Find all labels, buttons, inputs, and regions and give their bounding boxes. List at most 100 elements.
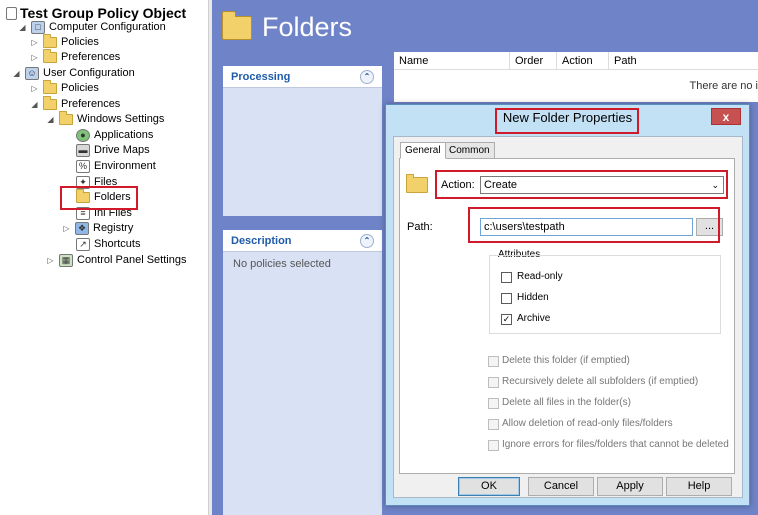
collapse-chevron-icon[interactable]: ⌃: [360, 69, 374, 84]
collapse-arrow-icon[interactable]: ◢: [30, 100, 39, 109]
path-input[interactable]: c:\users\testpath: [480, 218, 693, 236]
dialog-title: New Folder Properties: [502, 110, 633, 125]
tree-item-label: User Configuration: [43, 67, 135, 79]
control-panel-icon: ▦: [59, 253, 73, 267]
gpo-document-icon: [6, 6, 17, 20]
ignore-errors-checkbox[interactable]: [488, 440, 499, 451]
description-panel: Description ⌃ No policies selected: [223, 230, 382, 515]
folder-icon: [43, 79, 57, 94]
environment-icon: %: [76, 159, 90, 173]
tree-item-applications[interactable]: ● Applications: [76, 127, 153, 143]
collapse-arrow-icon[interactable]: ◢: [12, 69, 21, 78]
ini-file-icon: ≡: [76, 206, 90, 220]
tree-item-label: Drive Maps: [94, 144, 150, 156]
tree-item-drive-maps[interactable]: ▬ Drive Maps: [76, 142, 150, 158]
browse-button[interactable]: ...: [696, 218, 723, 236]
tree-item-label: Control Panel Settings: [77, 254, 187, 266]
collapse-arrow-icon[interactable]: ◢: [18, 23, 27, 32]
console-tree: Test Group Policy Object ◢ □ Computer Co…: [0, 0, 209, 515]
close-button[interactable]: x: [711, 108, 741, 125]
help-button[interactable]: Help: [666, 477, 732, 496]
tree-item-environment[interactable]: % Environment: [76, 158, 156, 174]
expand-arrow-icon[interactable]: ▷: [30, 38, 39, 47]
column-header-action[interactable]: Action: [557, 52, 609, 70]
action-selected-value: Create: [484, 179, 518, 191]
processing-panel-header: Processing ⌃: [223, 66, 382, 88]
action-dropdown[interactable]: Create ⌄: [480, 176, 724, 194]
close-icon: x: [722, 110, 730, 124]
tree-item-label: Windows Settings: [77, 113, 165, 125]
tree-item-label: Ini Files: [94, 207, 132, 219]
ok-button[interactable]: OK: [458, 477, 520, 496]
tree-item-folders[interactable]: Folders: [76, 188, 131, 205]
items-list[interactable]: Name Order Action Path There are no i: [394, 52, 758, 102]
description-text: No policies selected: [233, 258, 331, 270]
tree-item-windows-settings[interactable]: ◢ Windows Settings: [46, 110, 165, 127]
column-header-path[interactable]: Path: [609, 52, 758, 70]
tree-item-policies[interactable]: ▷ Policies: [30, 33, 99, 50]
action-label: Action:: [441, 179, 475, 191]
processing-panel: Processing ⌃: [223, 66, 382, 216]
new-folder-properties-dialog: New Folder Properties x General Common A…: [385, 104, 750, 506]
tree-item-label: Policies: [61, 36, 99, 48]
collapse-arrow-icon[interactable]: ◢: [46, 115, 55, 124]
hidden-label: Hidden: [517, 292, 549, 303]
collapse-chevron-icon[interactable]: ⌃: [360, 233, 374, 248]
ignore-errors-label: Ignore errors for files/folders that can…: [502, 439, 729, 450]
processing-title: Processing: [231, 70, 291, 83]
hidden-checkbox[interactable]: [501, 293, 512, 304]
expand-arrow-icon[interactable]: ▷: [46, 256, 55, 265]
tree-item-label: Environment: [94, 160, 156, 172]
tab-common[interactable]: Common: [444, 142, 495, 159]
delete-subfolders-label: Recursively delete all subfolders (if em…: [502, 376, 699, 387]
delete-subfolders-checkbox[interactable]: [488, 377, 499, 388]
tree-item-label: Computer Configuration: [49, 21, 166, 33]
archive-checkbox[interactable]: ✓: [501, 314, 512, 325]
expand-arrow-icon[interactable]: ▷: [62, 224, 71, 233]
tree-item-label: Files: [94, 176, 118, 188]
tree-item-control-panel-settings[interactable]: ▷ ▦ Control Panel Settings: [46, 252, 186, 268]
tree-item-preferences[interactable]: ▷ Preferences: [30, 48, 120, 65]
tree-item-label: Preferences: [61, 98, 121, 110]
apply-button[interactable]: Apply: [597, 477, 663, 496]
allow-readonly-deletion-label: Allow deletion of read-only files/folder…: [502, 418, 673, 429]
tree-item-label: Shortcuts: [94, 238, 141, 250]
tree-item-shortcuts[interactable]: ↗ Shortcuts: [76, 236, 140, 252]
tab-general[interactable]: General: [400, 142, 446, 159]
expand-arrow-icon[interactable]: ▷: [30, 53, 39, 62]
page-title: Folders: [262, 12, 353, 42]
delete-folder-checkbox[interactable]: [488, 356, 499, 367]
tree-item-ini-files[interactable]: ≡ Ini Files: [76, 205, 132, 221]
registry-icon: ❖: [75, 221, 89, 235]
column-header-name[interactable]: Name: [394, 52, 510, 70]
folder-icon: [43, 48, 57, 63]
tree-item-policies[interactable]: ▷ Policies: [30, 79, 99, 96]
delete-files-label: Delete all files in the folder(s): [502, 397, 631, 408]
expand-arrow-icon[interactable]: ▷: [30, 84, 39, 93]
delete-files-checkbox[interactable]: [488, 398, 499, 409]
tree-item-preferences[interactable]: ◢ Preferences: [30, 95, 121, 112]
folder-icon: [43, 33, 57, 48]
read-only-checkbox[interactable]: [501, 272, 512, 283]
user-icon: ☺: [25, 66, 39, 80]
chevron-down-icon: ⌄: [711, 180, 719, 190]
empty-list-message: There are no i: [689, 80, 758, 92]
cancel-button[interactable]: Cancel: [528, 477, 594, 496]
tree-item-user-configuration[interactable]: ◢ ☺ User Configuration: [12, 65, 135, 81]
checkmark-icon: ✓: [502, 314, 511, 324]
path-label: Path:: [407, 221, 433, 233]
allow-readonly-deletion-checkbox[interactable]: [488, 419, 499, 430]
tree-item-files[interactable]: ✦ Files: [76, 174, 117, 190]
folder-new-icon: [406, 174, 428, 193]
description-panel-header: Description ⌃: [223, 230, 382, 252]
folder-new-icon: [76, 188, 90, 203]
tree-item-computer-configuration[interactable]: ◢ □ Computer Configuration: [18, 19, 166, 35]
tree-item-label: Folders: [94, 191, 131, 203]
drive-maps-icon: ▬: [76, 143, 90, 157]
tree-item-label: Registry: [93, 222, 134, 234]
folders-large-icon: [222, 11, 252, 40]
applications-icon: ●: [76, 128, 90, 142]
folder-icon: [59, 110, 73, 125]
tree-item-registry[interactable]: ▷ ❖ Registry: [62, 220, 133, 236]
column-header-order[interactable]: Order: [510, 52, 557, 70]
